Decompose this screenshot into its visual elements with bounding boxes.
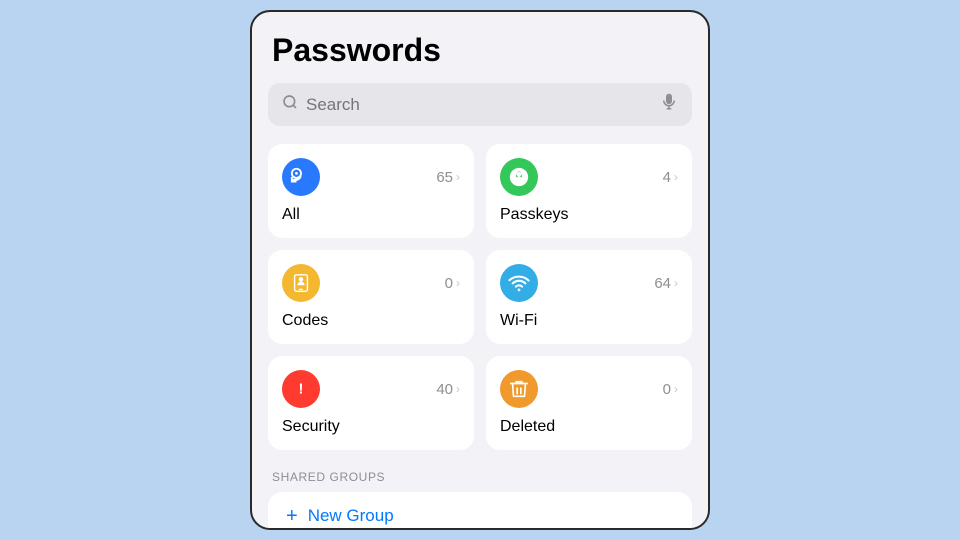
card-passkeys[interactable]: 4 › Passkeys bbox=[486, 144, 692, 238]
plus-icon: + bbox=[286, 506, 298, 526]
wifi-count: 64 › bbox=[654, 275, 678, 292]
phone-container: Passwords bbox=[250, 10, 710, 530]
new-group-label: New Group bbox=[308, 506, 394, 526]
chevron-icon: › bbox=[456, 170, 460, 184]
deleted-icon bbox=[500, 370, 538, 408]
content-area: Passwords bbox=[252, 12, 708, 528]
codes-icon bbox=[282, 264, 320, 302]
chevron-icon: › bbox=[674, 276, 678, 290]
svg-text:!: ! bbox=[299, 382, 304, 398]
passkeys-count: 4 › bbox=[663, 169, 678, 186]
deleted-count: 0 › bbox=[663, 381, 678, 398]
codes-label: Codes bbox=[282, 312, 460, 330]
all-label: All bbox=[282, 206, 460, 224]
card-codes[interactable]: 0 › Codes bbox=[268, 250, 474, 344]
card-security[interactable]: ! 40 › Security bbox=[268, 356, 474, 450]
chevron-icon: › bbox=[456, 276, 460, 290]
category-grid: 65 › All bbox=[268, 144, 692, 450]
chevron-icon: › bbox=[674, 382, 678, 396]
security-icon: ! bbox=[282, 370, 320, 408]
codes-count: 0 › bbox=[445, 275, 460, 292]
all-count: 65 › bbox=[436, 169, 460, 186]
passkeys-label: Passkeys bbox=[500, 206, 678, 224]
card-deleted[interactable]: 0 › Deleted bbox=[486, 356, 692, 450]
passkeys-icon bbox=[500, 158, 538, 196]
new-group-card[interactable]: + New Group bbox=[268, 492, 692, 528]
all-icon bbox=[282, 158, 320, 196]
chevron-icon: › bbox=[456, 382, 460, 396]
search-input[interactable] bbox=[306, 95, 652, 115]
chevron-icon: › bbox=[674, 170, 678, 184]
wifi-icon bbox=[500, 264, 538, 302]
deleted-label: Deleted bbox=[500, 418, 678, 436]
microphone-icon[interactable] bbox=[660, 93, 678, 116]
card-all[interactable]: 65 › All bbox=[268, 144, 474, 238]
shared-groups-header: SHARED GROUPS bbox=[268, 470, 692, 484]
card-wifi[interactable]: 64 › Wi-Fi bbox=[486, 250, 692, 344]
search-bar[interactable] bbox=[268, 83, 692, 126]
search-icon bbox=[282, 94, 298, 115]
security-count: 40 › bbox=[436, 381, 460, 398]
wifi-label: Wi-Fi bbox=[500, 312, 678, 330]
security-label: Security bbox=[282, 418, 460, 436]
page-title: Passwords bbox=[268, 32, 692, 69]
